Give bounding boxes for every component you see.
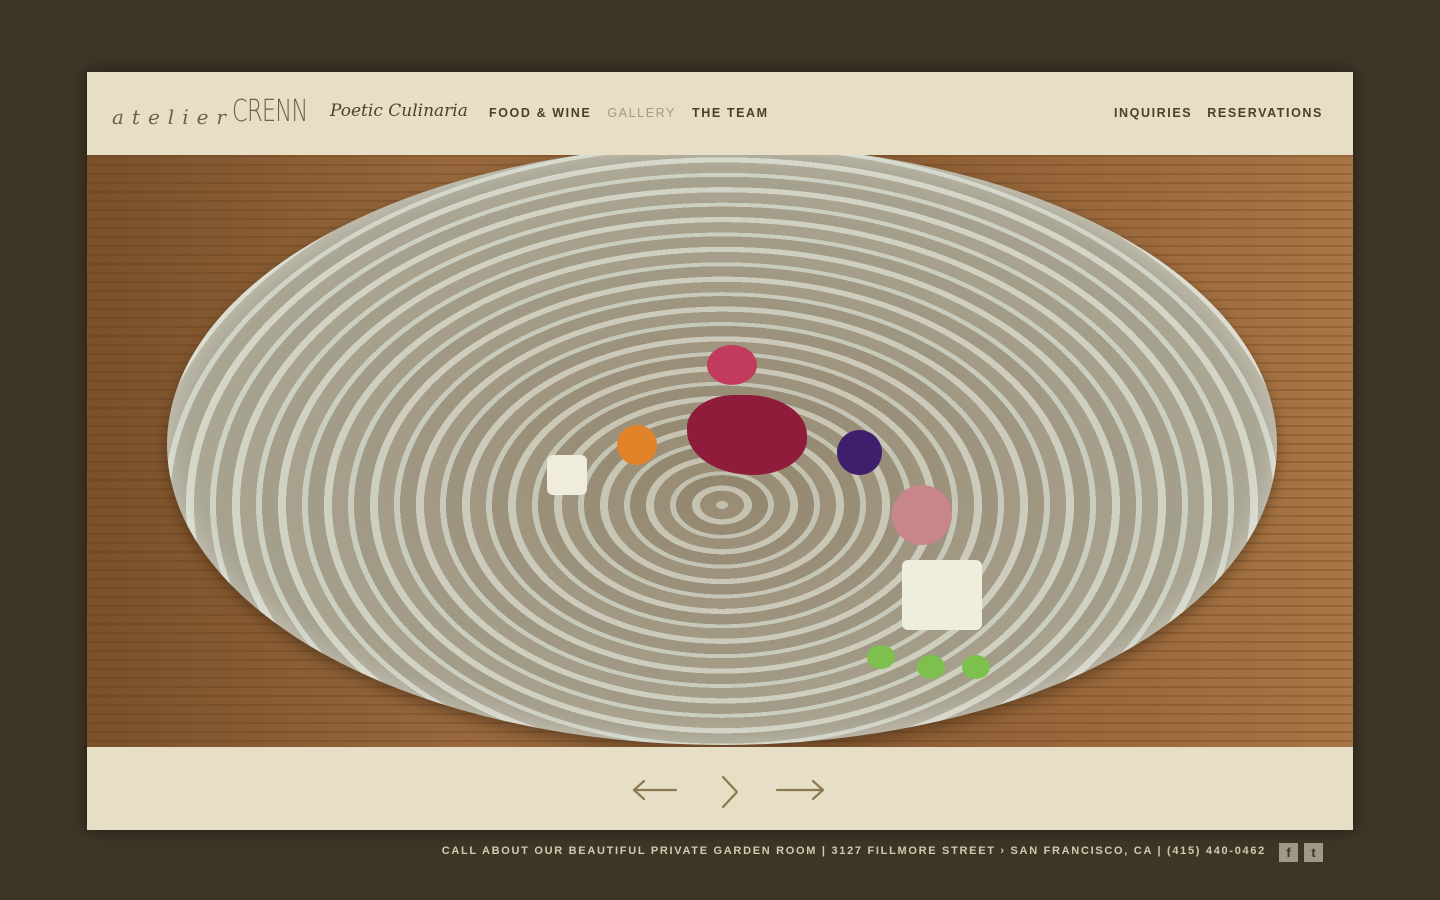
twitter-icon[interactable]: t: [1304, 843, 1323, 862]
food-garnish: [962, 655, 990, 679]
nav-gallery[interactable]: GALLERY: [607, 106, 676, 120]
logo-crenn: CRENN: [232, 94, 308, 129]
nav-the-team[interactable]: THE TEAM: [692, 106, 769, 120]
food-garnish: [867, 645, 895, 669]
nav-food-wine[interactable]: FOOD & WINE: [489, 106, 591, 120]
food-garnish: [707, 345, 757, 385]
facebook-icon[interactable]: f: [1279, 843, 1298, 862]
main-nav: FOOD & WINE GALLERY THE TEAM: [489, 106, 769, 120]
gallery-controls: [87, 747, 1353, 830]
secondary-nav: INQUIRIES RESERVATIONS: [1114, 106, 1323, 120]
logo-atelier: atelier: [112, 105, 234, 129]
gallery-photo: [87, 155, 1353, 747]
food-garnish: [837, 430, 882, 475]
food-garnish: [892, 485, 952, 545]
tagline: Poetic Culinaria: [330, 101, 468, 121]
food-garnish: [617, 425, 657, 465]
food-garnish: [917, 655, 945, 679]
nav-reservations[interactable]: RESERVATIONS: [1207, 106, 1323, 120]
arrow-left-icon[interactable]: [630, 775, 678, 810]
arrow-right-icon[interactable]: [775, 775, 827, 810]
logo[interactable]: atelier CRENN: [112, 94, 333, 129]
nav-inquiries[interactable]: INQUIRIES: [1114, 106, 1192, 120]
header: atelier CRENN Poetic Culinaria FOOD & WI…: [87, 72, 1353, 155]
footer-info: CALL ABOUT OUR BEAUTIFUL PRIVATE GARDEN …: [441, 845, 1266, 857]
food-garnish: [547, 455, 587, 495]
main-frame: atelier CRENN Poetic Culinaria FOOD & WI…: [87, 72, 1353, 830]
food-garnish: [902, 560, 982, 630]
chevron-right-icon[interactable]: [718, 775, 742, 814]
